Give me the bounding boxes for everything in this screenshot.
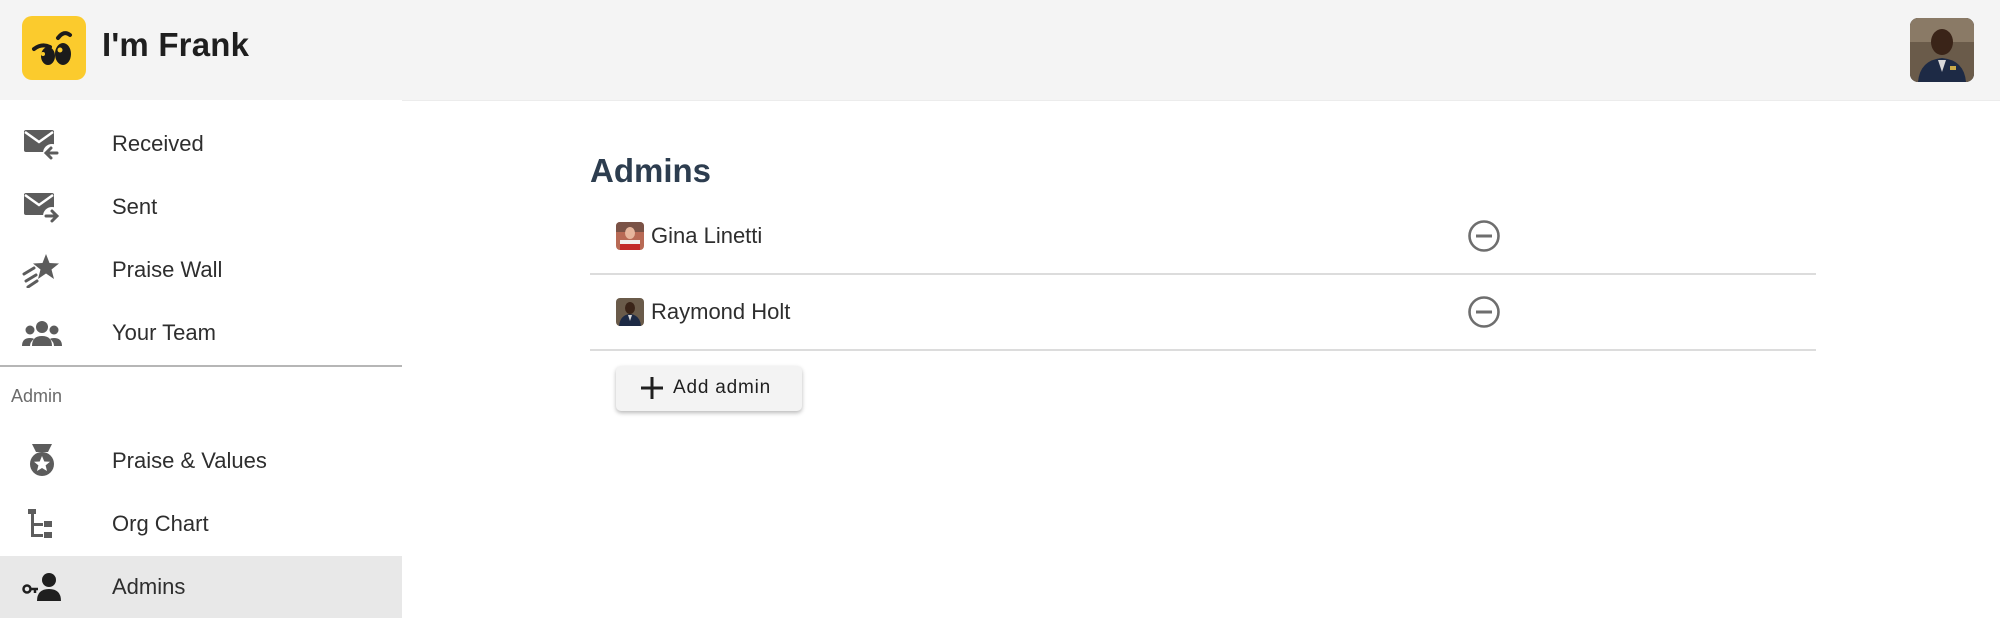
sidebar-divider <box>0 365 402 367</box>
sidebar-item-praise-values[interactable]: Praise & Values <box>0 430 402 492</box>
sidebar-item-praise-wall[interactable]: Praise Wall <box>0 239 402 301</box>
sidebar-section-label: Admin <box>11 386 63 406</box>
app-logo-icon[interactable] <box>22 16 86 80</box>
remove-admin-button[interactable] <box>1467 219 1501 253</box>
avatar <box>616 298 644 326</box>
mail-sent-icon <box>22 189 62 225</box>
add-admin-button[interactable]: Add admin <box>616 366 802 411</box>
page-title: Admins <box>590 152 712 189</box>
sidebar-item-label: Received <box>112 131 204 156</box>
admin-row: Raymond Holt <box>590 274 1816 351</box>
admin-key-icon <box>22 569 62 605</box>
sidebar-item-label: Your Team <box>112 320 216 345</box>
org-chart-icon <box>22 506 62 542</box>
user-avatar[interactable] <box>1910 18 1974 82</box>
sidebar-item-label: Org Chart <box>112 511 209 536</box>
remove-circle-icon <box>1468 296 1500 328</box>
sidebar-item-label: Sent <box>112 194 158 219</box>
sidebar-item-sent[interactable]: Sent <box>0 176 402 238</box>
sidebar-item-admins[interactable]: Admins <box>0 556 402 618</box>
medal-icon <box>22 443 62 479</box>
remove-circle-icon <box>1468 220 1500 252</box>
app-title: I'm Frank <box>102 26 250 63</box>
plus-icon <box>640 376 664 400</box>
admin-name: Raymond Holt <box>651 299 791 324</box>
sidebar-item-your-team[interactable]: Your Team <box>0 302 402 364</box>
sidebar: Received Sent Praise Wall Your Team Admi… <box>0 100 402 643</box>
people-icon <box>22 315 62 351</box>
shooting-star-icon <box>22 252 62 289</box>
sidebar-item-label: Admins <box>112 574 186 599</box>
mail-received-icon <box>22 126 62 162</box>
add-admin-label: Add admin <box>673 377 772 398</box>
admin-name: Gina Linetti <box>651 223 763 248</box>
sidebar-item-label: Praise Wall <box>112 257 223 282</box>
remove-admin-button[interactable] <box>1467 295 1501 329</box>
top-bar: I'm Frank <box>0 0 2000 101</box>
sidebar-item-org-chart[interactable]: Org Chart <box>0 493 402 555</box>
admin-row: Gina Linetti <box>590 198 1816 275</box>
sidebar-item-received[interactable]: Received <box>0 113 402 175</box>
sidebar-item-label: Praise & Values <box>112 448 267 473</box>
avatar <box>616 222 644 250</box>
